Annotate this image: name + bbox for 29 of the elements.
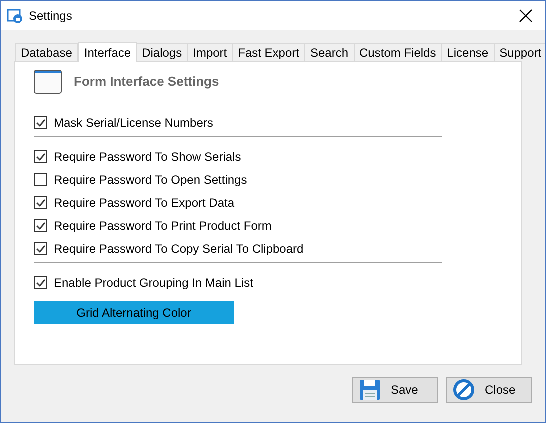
checkbox[interactable] [34,173,47,186]
checkbox[interactable] [34,242,47,255]
checkbox[interactable] [34,116,47,129]
section-title: Form Interface Settings [74,73,220,92]
tab[interactable]: Support [494,43,545,61]
close-icon[interactable] [519,8,533,22]
checkbox[interactable] [34,219,47,232]
tab[interactable]: Fast Export [232,43,306,61]
checkbox[interactable] [34,150,47,163]
close-button[interactable]: Close [446,377,532,403]
checkbox[interactable] [34,196,47,209]
checkbox-label: Require Password To Open Settings [54,172,248,188]
checkbox-label: Require Password To Export Data [54,194,235,212]
save-button[interactable]: Save [352,377,438,403]
tab[interactable]: Dialogs [136,43,188,61]
window-icon [34,70,62,94]
app-icon [7,8,23,24]
checkbox-label: Require Password To Show Serials [54,148,242,166]
tab[interactable]: Import [187,43,234,61]
checkbox-label: Mask Serial/License Numbers [54,114,214,132]
tab[interactable]: Interface [78,42,138,62]
checkbox[interactable] [34,276,47,289]
checkbox-label: Require Password To Copy Serial To Clipboard [54,240,304,258]
checkbox-label: Require Password To Print Product Form [54,218,272,234]
window-title: Settings [29,8,72,24]
grid-color-button[interactable]: Grid Alternating Color [34,301,234,324]
tab[interactable]: Database [15,43,78,61]
checkbox-label: Enable Product Grouping In Main List [54,274,254,292]
prohibited-icon [453,379,475,401]
